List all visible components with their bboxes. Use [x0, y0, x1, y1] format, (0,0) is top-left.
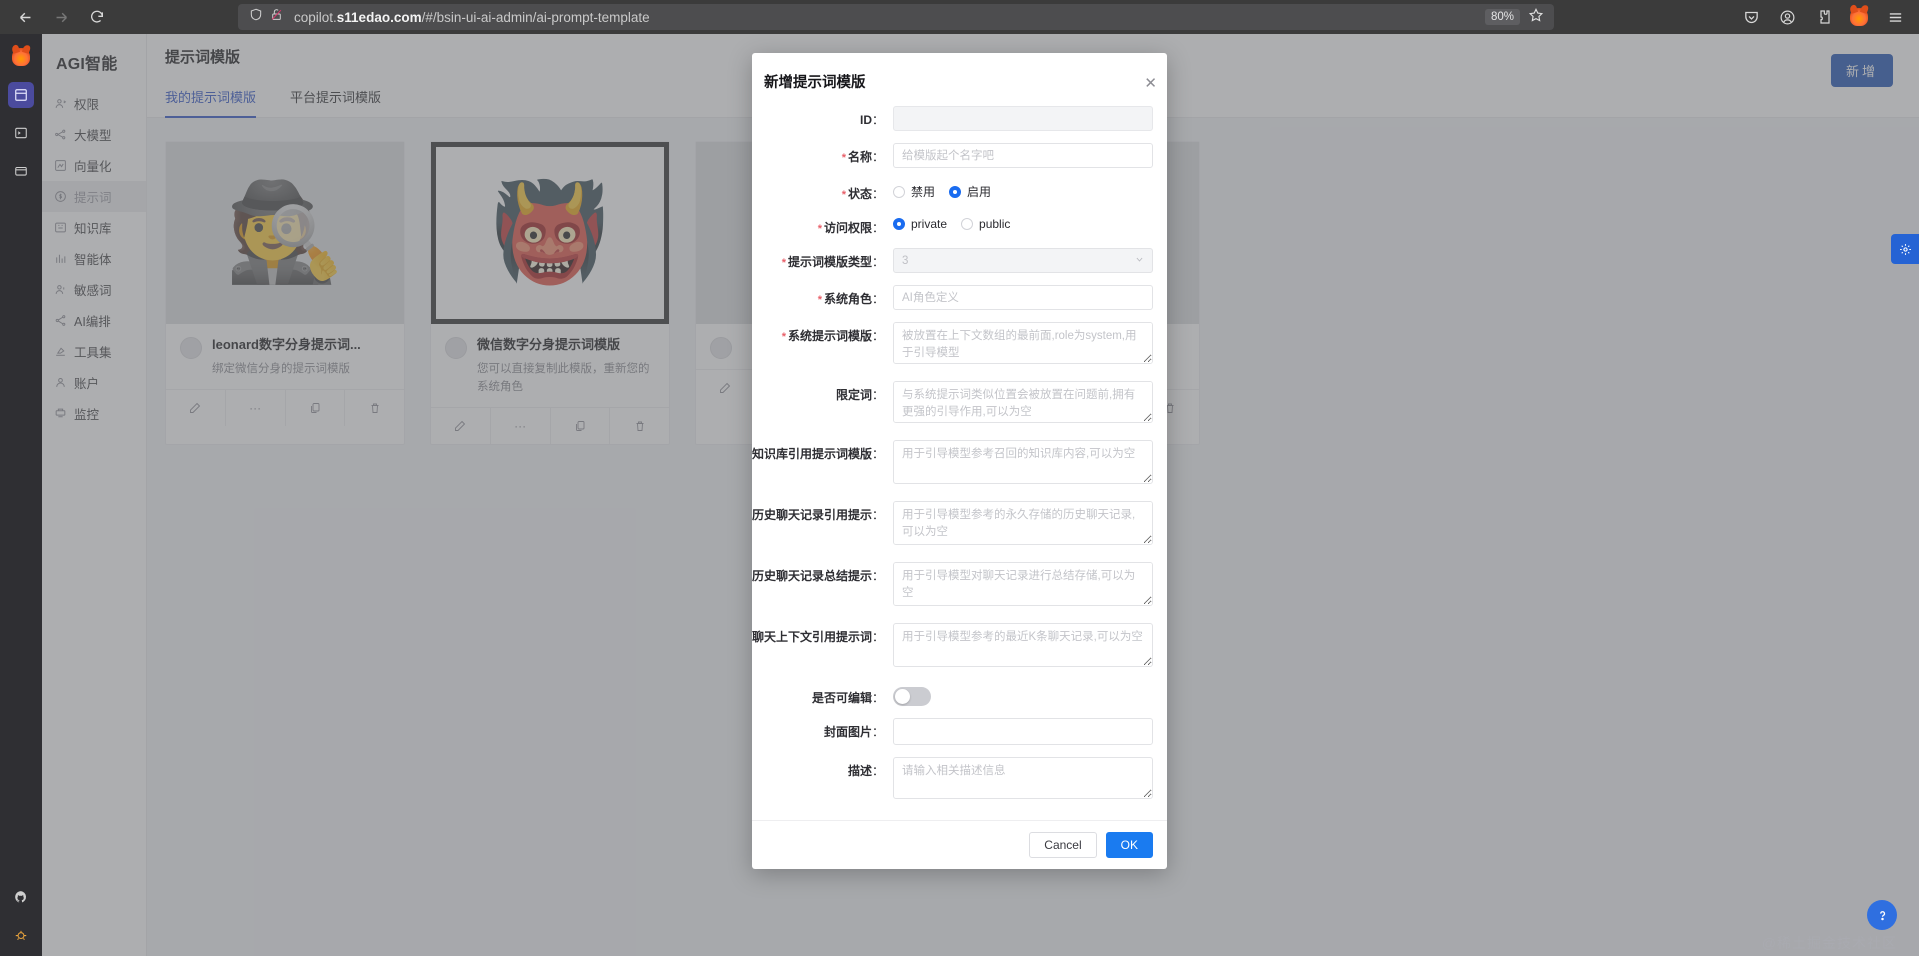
- status-radio-group: 禁用 启用: [893, 180, 1153, 200]
- field-id: ID：: [752, 106, 1153, 131]
- ok-button[interactable]: OK: [1106, 832, 1153, 858]
- select-value: 3: [902, 255, 908, 267]
- radio-circle-selected: [893, 218, 905, 230]
- template-type-select[interactable]: 3: [893, 248, 1153, 273]
- question-icon[interactable]: [1867, 900, 1897, 930]
- access-radio-group: private public: [893, 214, 1153, 231]
- radio-label: 启用: [967, 183, 991, 200]
- field-label: *提示词模版类型：: [752, 248, 884, 270]
- field-status: *状态： 禁用 启用: [752, 180, 1153, 202]
- hamburger-menu-icon[interactable]: [1879, 2, 1911, 32]
- field-label: 聊天上下文引用提示词：: [752, 623, 884, 645]
- status-option-enabled[interactable]: 启用: [949, 183, 991, 200]
- toggle-knob: [895, 689, 910, 704]
- field-label: 描述：: [752, 757, 884, 779]
- zoom-level-badge[interactable]: 80%: [1485, 9, 1520, 25]
- history-summary-textarea[interactable]: [893, 562, 1153, 606]
- field-kb-prompt: 知识库引用提示词模版：: [752, 440, 1153, 489]
- radio-circle-selected: [949, 186, 961, 198]
- field-label: *系统角色：: [752, 285, 884, 307]
- access-option-public[interactable]: public: [961, 217, 1010, 231]
- field-label: 封面图片：: [752, 718, 884, 740]
- dialog-footer: Cancel OK: [752, 820, 1167, 869]
- reload-icon[interactable]: [80, 2, 114, 32]
- field-label: ID：: [752, 106, 884, 128]
- gear-icon[interactable]: [1891, 234, 1919, 264]
- close-icon[interactable]: ✕: [1144, 76, 1157, 91]
- access-option-private[interactable]: private: [893, 217, 947, 231]
- field-qualifier: 限定词：: [752, 381, 1153, 428]
- github-icon[interactable]: [8, 884, 34, 910]
- browser-toolbar: copilot.s11edao.com/#/bsin-ui-ai-admin/a…: [0, 0, 1919, 34]
- field-label: 历史聊天记录引用提示：: [752, 501, 884, 523]
- kb-prompt-textarea[interactable]: [893, 440, 1153, 484]
- bug-icon[interactable]: [8, 922, 34, 948]
- dialog-title: 新增提示词模版: [752, 71, 1167, 92]
- metamask-fox-icon[interactable]: [1843, 2, 1875, 32]
- description-textarea[interactable]: [893, 757, 1153, 799]
- cancel-button[interactable]: Cancel: [1029, 832, 1096, 858]
- field-label: *状态：: [752, 180, 884, 202]
- system-prompt-textarea[interactable]: [893, 322, 1153, 364]
- toolbar-right-icons: [1735, 2, 1911, 32]
- field-cover-image: 封面图片：: [752, 718, 1153, 745]
- name-input[interactable]: [893, 143, 1153, 168]
- field-history-summary: 历史聊天记录总结提示：: [752, 562, 1153, 611]
- qualifier-textarea[interactable]: [893, 381, 1153, 423]
- field-label: 是否可编辑：: [752, 684, 884, 706]
- history-ref-textarea[interactable]: [893, 501, 1153, 545]
- account-circle-icon[interactable]: [1771, 2, 1803, 32]
- app-files-icon[interactable]: [8, 158, 34, 184]
- field-history-ref: 历史聊天记录引用提示：: [752, 501, 1153, 550]
- back-arrow-icon[interactable]: [8, 2, 42, 32]
- field-label: *名称：: [752, 143, 884, 165]
- field-chat-context: 聊天上下文引用提示词：: [752, 623, 1153, 672]
- field-label: 限定词：: [752, 381, 884, 403]
- dialog-body: ID： *名称： *状态： 禁用 启用: [752, 92, 1167, 820]
- lock-broken-icon[interactable]: [270, 7, 283, 27]
- add-template-dialog: 新增提示词模版 ✕ ID： *名称： *状态： 禁用: [752, 53, 1167, 869]
- field-name: *名称：: [752, 143, 1153, 168]
- app-active-icon[interactable]: [8, 82, 34, 108]
- field-access: *访问权限： private public: [752, 214, 1153, 236]
- forward-arrow-icon[interactable]: [44, 2, 78, 32]
- chat-context-textarea[interactable]: [893, 623, 1153, 667]
- address-bar[interactable]: copilot.s11edao.com/#/bsin-ui-ai-admin/a…: [238, 4, 1554, 30]
- field-label: *访问权限：: [752, 214, 884, 236]
- cover-image-input[interactable]: [893, 718, 1153, 745]
- field-label: *系统提示词模版：: [752, 322, 884, 344]
- shield-icon[interactable]: [249, 7, 263, 27]
- field-system-role: *系统角色：: [752, 285, 1153, 310]
- field-system-prompt: *系统提示词模版：: [752, 322, 1153, 369]
- chevron-down-icon: [1135, 255, 1144, 266]
- url-text: copilot.s11edao.com/#/bsin-ui-ai-admin/a…: [283, 10, 1485, 25]
- extension-icon[interactable]: [1807, 2, 1839, 32]
- id-input[interactable]: [893, 106, 1153, 131]
- radio-label: 禁用: [911, 183, 935, 200]
- radio-circle: [961, 218, 973, 230]
- firefox-launcher-icon[interactable]: [8, 44, 34, 70]
- editable-toggle[interactable]: [893, 687, 931, 706]
- star-icon[interactable]: [1528, 7, 1544, 28]
- field-label: 历史聊天记录总结提示：: [752, 562, 884, 584]
- field-label: 知识库引用提示词模版：: [752, 440, 884, 462]
- radio-circle: [893, 186, 905, 198]
- field-description: 描述：: [752, 757, 1153, 804]
- system-role-input[interactable]: [893, 285, 1153, 310]
- field-editable: 是否可编辑：: [752, 684, 1153, 706]
- os-dock: [0, 34, 42, 956]
- status-option-disabled[interactable]: 禁用: [893, 183, 935, 200]
- radio-label: public: [979, 217, 1010, 231]
- pocket-icon[interactable]: [1735, 2, 1767, 32]
- app-terminal-icon[interactable]: [8, 120, 34, 146]
- field-template-type: *提示词模版类型： 3: [752, 248, 1153, 273]
- radio-label: private: [911, 217, 947, 231]
